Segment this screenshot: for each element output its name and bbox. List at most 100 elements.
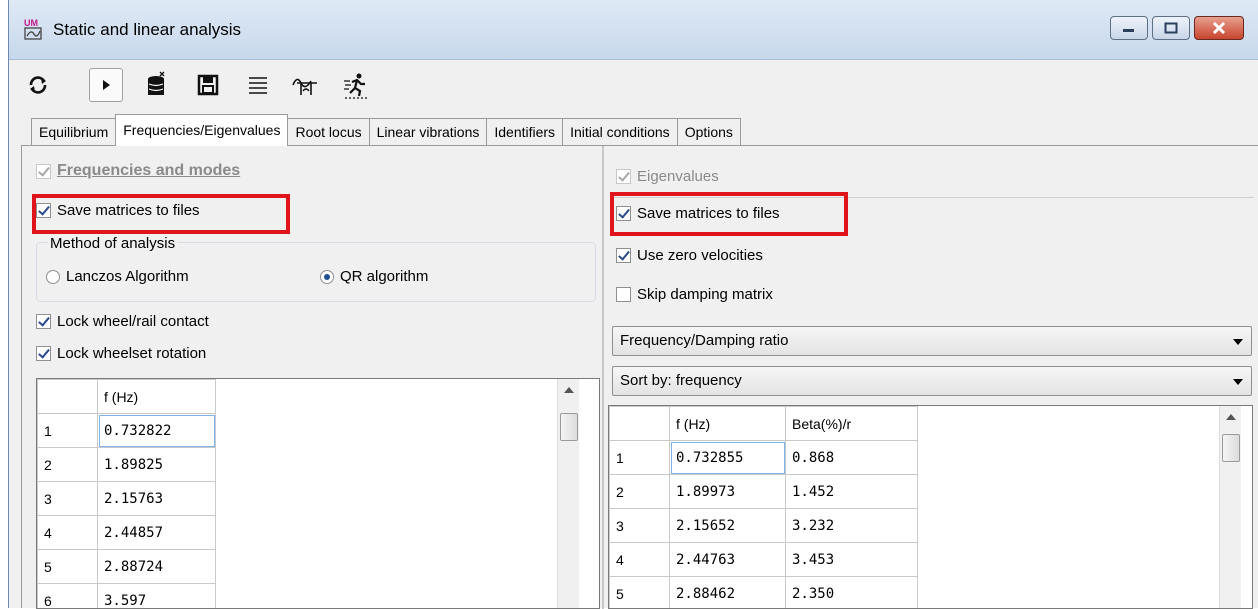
- sort-select[interactable]: Sort by: frequency: [612, 366, 1252, 396]
- scroll-up-icon[interactable]: [1226, 414, 1236, 420]
- tab-equilibrium[interactable]: Equilibrium: [31, 118, 116, 146]
- maximize-icon: [1164, 22, 1178, 34]
- tab-frequencies-eigenvalues[interactable]: Frequencies/Eigenvalues: [115, 114, 288, 146]
- row-index: 6: [38, 584, 98, 609]
- lock-rotation-checkbox[interactable]: [36, 346, 51, 361]
- frequency-cell[interactable]: 1.89973: [670, 475, 786, 509]
- frequency-cell[interactable]: 2.88462: [670, 577, 786, 609]
- table-row[interactable]: 32.156523.232: [610, 509, 918, 543]
- row-index: 4: [610, 543, 670, 577]
- tab-identifiers[interactable]: Identifiers: [486, 118, 563, 146]
- eigenvalues-checkbox[interactable]: [616, 169, 631, 184]
- lanczos-label: Lanczos Algorithm: [66, 268, 189, 285]
- zero-velocities-checkbox[interactable]: [616, 248, 631, 263]
- refresh-icon: [26, 73, 50, 97]
- toolbar: [9, 60, 1258, 110]
- table-row[interactable]: 21.89825: [38, 448, 216, 482]
- beta-cell[interactable]: 2.350: [786, 577, 918, 609]
- tab-linear-vibrations[interactable]: Linear vibrations: [369, 118, 488, 146]
- frequency-cell[interactable]: 2.88724: [98, 550, 216, 584]
- frequency-cell[interactable]: 0.732822: [98, 414, 216, 448]
- eigenmode-button[interactable]: [289, 68, 323, 102]
- panel-divider[interactable]: [602, 146, 604, 609]
- run-button[interactable]: [89, 68, 123, 102]
- lock-contact-row[interactable]: Lock wheel/rail contact: [36, 313, 209, 330]
- skip-damping-label: Skip damping matrix: [637, 286, 773, 303]
- table-row[interactable]: 10.7328550.868: [610, 441, 918, 475]
- database-button[interactable]: [139, 68, 173, 102]
- row-index: 4: [38, 516, 98, 550]
- right-grid: f (Hz) Beta(%)/r 10.7328550.868 21.89973…: [609, 406, 918, 609]
- table-row[interactable]: 32.15763: [38, 482, 216, 516]
- left-table-scrollbar[interactable]: [557, 379, 579, 609]
- minimize-button[interactable]: [1110, 16, 1148, 40]
- eigenvalues-toggle[interactable]: Eigenvalues: [616, 168, 719, 185]
- lock-rotation-row[interactable]: Lock wheelset rotation: [36, 345, 206, 362]
- scroll-thumb[interactable]: [1222, 434, 1240, 462]
- highlight-box-left: [32, 194, 290, 234]
- highlight-box-right: [610, 192, 848, 236]
- tab-panel: Frequencies and modes Save matrices to f…: [21, 145, 1258, 608]
- list-button[interactable]: [241, 68, 275, 102]
- frequency-cell[interactable]: 2.44763: [670, 543, 786, 577]
- frequency-cell[interactable]: 2.44857: [98, 516, 216, 550]
- row-index: 3: [38, 482, 98, 516]
- list-icon: [247, 75, 269, 95]
- right-table-scrollbar[interactable]: [1219, 406, 1241, 609]
- index-header: [610, 407, 670, 441]
- scroll-up-icon[interactable]: [564, 387, 574, 393]
- save-button[interactable]: [191, 68, 225, 102]
- frequency-cell[interactable]: 2.15763: [98, 482, 216, 516]
- table-row[interactable]: 63.597: [38, 584, 216, 609]
- maximize-button[interactable]: [1152, 16, 1190, 40]
- frequency-cell[interactable]: 1.89825: [98, 448, 216, 482]
- table-row[interactable]: 42.44857: [38, 516, 216, 550]
- title-bar: UM Static and linear analysis: [9, 0, 1258, 60]
- row-index: 1: [610, 441, 670, 475]
- skip-damping-row[interactable]: Skip damping matrix: [616, 286, 773, 303]
- display-mode-select[interactable]: Frequency/Damping ratio: [612, 326, 1252, 356]
- frequency-cell[interactable]: 0.732855: [670, 441, 786, 475]
- app-icon: UM: [23, 17, 45, 41]
- animation-button[interactable]: [339, 68, 373, 102]
- frequencies-checkbox[interactable]: [36, 164, 51, 179]
- lanczos-radio[interactable]: [46, 270, 60, 284]
- beta-cell[interactable]: 3.232: [786, 509, 918, 543]
- row-index: 1: [38, 414, 98, 448]
- table-row[interactable]: 52.884622.350: [610, 577, 918, 609]
- table-header-row: f (Hz): [38, 380, 216, 414]
- refresh-button[interactable]: [21, 68, 55, 102]
- zero-velocities-row[interactable]: Use zero velocities: [616, 247, 763, 264]
- right-eigenvalue-table: f (Hz) Beta(%)/r 10.7328550.868 21.89973…: [608, 405, 1253, 609]
- skip-damping-checkbox[interactable]: [616, 287, 631, 302]
- scroll-thumb[interactable]: [560, 413, 578, 441]
- table-row[interactable]: 52.88724: [38, 550, 216, 584]
- tab-options[interactable]: Options: [677, 118, 741, 146]
- frequency-cell[interactable]: 3.597: [98, 584, 216, 609]
- qr-radio[interactable]: [320, 270, 334, 284]
- lock-contact-checkbox[interactable]: [36, 314, 51, 329]
- lanczos-radio-row[interactable]: Lanczos Algorithm: [46, 268, 189, 285]
- frequency-cell[interactable]: 2.15652: [670, 509, 786, 543]
- beta-cell[interactable]: 1.452: [786, 475, 918, 509]
- frequencies-modes-toggle[interactable]: Frequencies and modes: [36, 162, 240, 180]
- minimize-icon: [1122, 23, 1136, 33]
- close-button[interactable]: [1194, 16, 1244, 40]
- frequency-header: f (Hz): [670, 407, 786, 441]
- table-row[interactable]: 10.732822: [38, 414, 216, 448]
- sort-value: Sort by: frequency: [620, 372, 742, 389]
- beta-cell[interactable]: 0.868: [786, 441, 918, 475]
- table-header-row: f (Hz) Beta(%)/r: [610, 407, 918, 441]
- table-row[interactable]: 21.899731.452: [610, 475, 918, 509]
- table-row[interactable]: 42.447633.453: [610, 543, 918, 577]
- qr-radio-row[interactable]: QR algorithm: [320, 268, 428, 285]
- save-icon: [197, 74, 219, 96]
- analysis-window: UM Static and linear analysis: [8, 0, 1258, 608]
- tab-initial-conditions[interactable]: Initial conditions: [562, 118, 678, 146]
- row-index: 5: [610, 577, 670, 609]
- close-icon: [1211, 21, 1227, 35]
- beta-cell[interactable]: 3.453: [786, 543, 918, 577]
- run-icon: [342, 71, 370, 99]
- tab-root-locus[interactable]: Root locus: [287, 118, 369, 146]
- row-index: 2: [610, 475, 670, 509]
